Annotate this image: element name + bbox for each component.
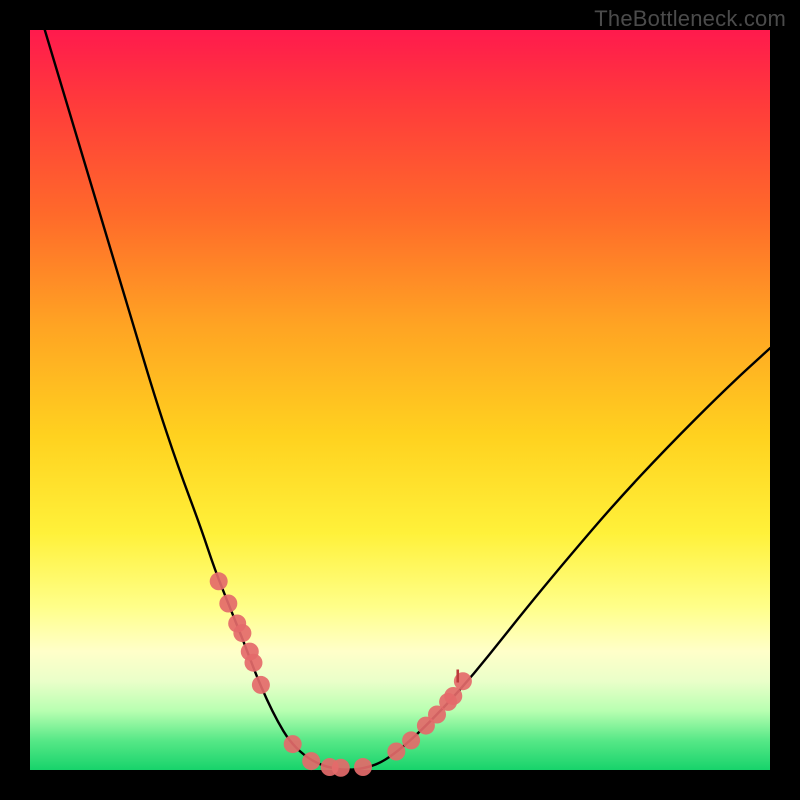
marker-dot — [233, 624, 251, 642]
marker-dots — [210, 572, 472, 776]
plot-area: I — [30, 30, 770, 770]
marker-dot — [402, 731, 420, 749]
marker-dot — [387, 743, 405, 761]
marker-dot — [302, 752, 320, 770]
bottleneck-curve — [45, 30, 770, 770]
marker-dot — [444, 687, 462, 705]
marker-dot — [244, 654, 262, 672]
marker-dot — [252, 676, 270, 694]
marker-dot — [284, 735, 302, 753]
marker-label: I — [455, 667, 460, 687]
chart-svg: I — [30, 30, 770, 770]
marker-dot — [219, 595, 237, 613]
watermark-text: TheBottleneck.com — [594, 6, 786, 32]
marker-dot — [332, 759, 350, 777]
marker-dot — [354, 758, 372, 776]
chart-stage: I TheBottleneck.com — [0, 0, 800, 800]
marker-dot — [210, 572, 228, 590]
